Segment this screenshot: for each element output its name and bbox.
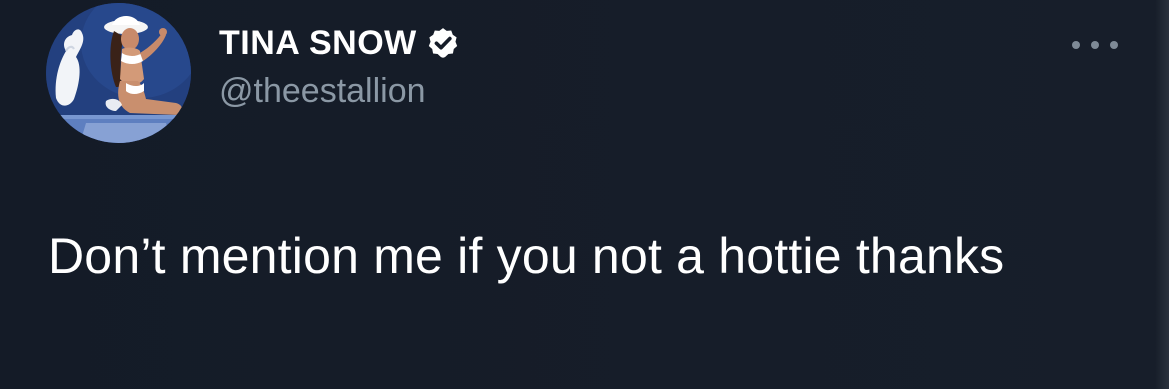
name-row: TINA SNOW xyxy=(219,22,460,64)
verified-badge-icon xyxy=(426,26,460,60)
more-dot xyxy=(1110,41,1118,49)
tweet-header: TINA SNOW @theestallion xyxy=(219,22,460,112)
tweet-card: TINA SNOW @theestallion Don’t mention me… xyxy=(0,0,1169,389)
more-options-icon[interactable] xyxy=(1072,34,1118,56)
more-dot xyxy=(1091,41,1099,49)
display-name[interactable]: TINA SNOW xyxy=(219,22,417,64)
handle[interactable]: @theestallion xyxy=(219,70,460,112)
avatar-image xyxy=(46,3,191,143)
window-edge xyxy=(1155,0,1169,389)
tweet-text: Don’t mention me if you not a hottie tha… xyxy=(48,228,1005,284)
avatar[interactable] xyxy=(46,3,191,143)
more-dot xyxy=(1072,41,1080,49)
